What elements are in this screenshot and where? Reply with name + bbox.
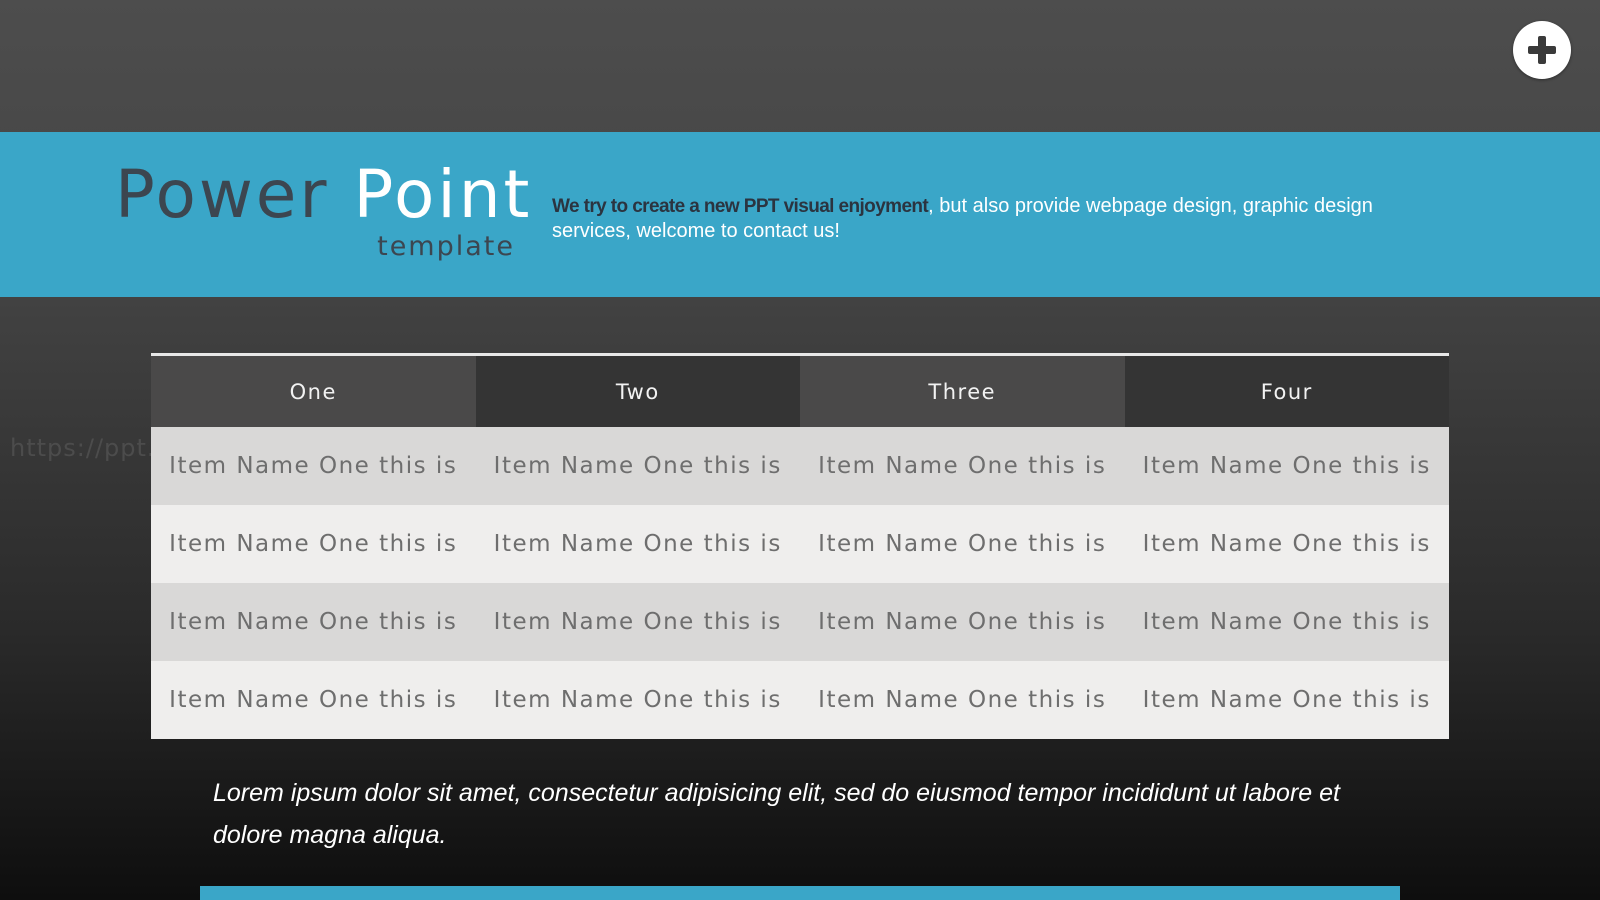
tagline-bold: We try to create a new PPT visual enjoym… <box>552 196 929 217</box>
table-cell: Item Name One this is <box>818 609 1107 635</box>
title-banner: Power Point template We try to create a … <box>0 132 1600 297</box>
table-row: Item Name One this is Item Name One this… <box>151 505 1449 583</box>
add-button[interactable] <box>1513 21 1571 79</box>
brand: Power Point template <box>115 158 529 268</box>
table-cell: Item Name One this is <box>169 531 458 557</box>
table-cell: Item Name One this is <box>169 453 458 479</box>
table-cell: Item Name One this is <box>1142 609 1431 635</box>
brand-title-word2: Point <box>353 156 533 233</box>
tagline: We try to create a new PPT visual enjoym… <box>552 194 1432 244</box>
table-row: Item Name One this is Item Name One this… <box>151 427 1449 505</box>
plus-icon-vertical <box>1538 36 1546 64</box>
column-header-one: One <box>151 356 476 427</box>
table-cell: Item Name One this is <box>818 453 1107 479</box>
column-header-two: Two <box>475 356 800 427</box>
table-header: One Two Three Four <box>151 356 1449 427</box>
brand-title: Power Point <box>115 158 532 232</box>
data-table: One Two Three Four Item Name One this is… <box>151 353 1449 739</box>
table-cell: Item Name One this is <box>493 687 782 713</box>
column-header-four: Four <box>1124 356 1449 427</box>
table-cell: Item Name One this is <box>493 609 782 635</box>
brand-title-word1: Power <box>115 156 330 233</box>
table-cell: Item Name One this is <box>1142 531 1431 557</box>
table-cell: Item Name One this is <box>493 453 782 479</box>
table-row: Item Name One this is Item Name One this… <box>151 583 1449 661</box>
table-cell: Item Name One this is <box>1142 687 1431 713</box>
table-cell: Item Name One this is <box>1142 453 1431 479</box>
table-cell: Item Name One this is <box>169 609 458 635</box>
bottom-accent-bar <box>200 886 1400 900</box>
footer-caption: Lorem ipsum dolor sit amet, consectetur … <box>213 779 1340 849</box>
column-header-three: Three <box>800 356 1125 427</box>
table-cell: Item Name One this is <box>818 687 1107 713</box>
table-cell: Item Name One this is <box>169 687 458 713</box>
table-row: Item Name One this is Item Name One this… <box>151 661 1449 739</box>
table-cell: Item Name One this is <box>493 531 782 557</box>
brand-subtitle: template <box>377 231 515 262</box>
table-cell: Item Name One this is <box>818 531 1107 557</box>
